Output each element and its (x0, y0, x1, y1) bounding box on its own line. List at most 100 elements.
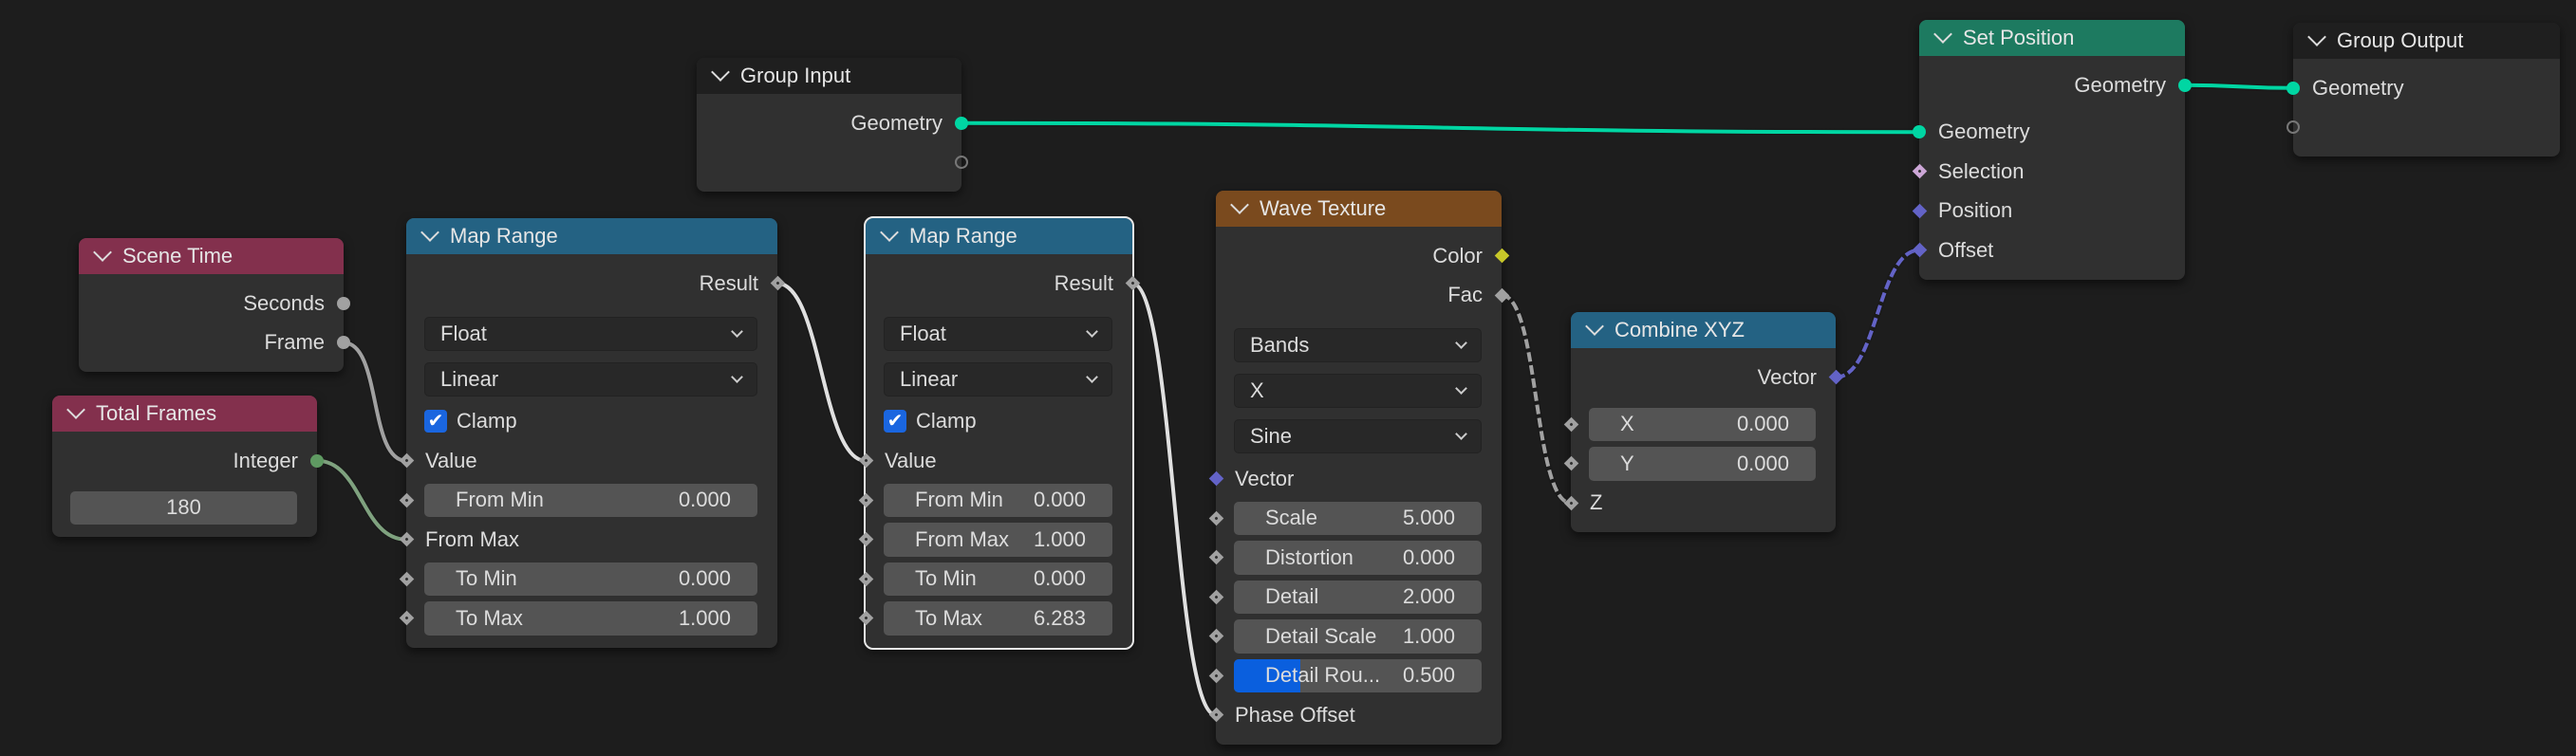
node-header[interactable]: Combine XYZ (1571, 312, 1836, 348)
node-scene-time[interactable]: Scene Time Seconds Frame (79, 238, 350, 372)
node-header[interactable]: Scene Time (79, 238, 344, 274)
clamp-checkbox[interactable]: ✔ (424, 410, 447, 433)
node-link-scene_time-1-to-map_range_1-5[interactable] (343, 341, 407, 463)
sine-dropdown[interactable]: Sine (1234, 419, 1482, 453)
float-socket-icon[interactable] (858, 452, 873, 469)
float-dropdown[interactable]: Float (884, 316, 1112, 351)
node-group-input[interactable]: Group Input Geometry (697, 58, 968, 192)
collapse-chevron-icon[interactable] (1585, 317, 1604, 336)
float-socket-icon[interactable] (399, 452, 414, 469)
node-header[interactable]: Group Input (697, 58, 961, 94)
clamp-checkbox[interactable]: ✔ (884, 410, 906, 433)
float-socket-icon[interactable] (1208, 549, 1223, 565)
node-combine-xyz[interactable]: Combine XYZ Vector X 0.000 Y 0.000 Z (1563, 312, 1843, 532)
float-socket-icon[interactable] (1125, 275, 1140, 291)
collapse-chevron-icon[interactable] (93, 243, 112, 262)
node-link-combine_xyz-0-to-set_position-5[interactable] (1835, 248, 1920, 379)
float-socket-icon[interactable] (336, 296, 351, 311)
linear-dropdown[interactable]: Linear (884, 361, 1112, 396)
node-header[interactable]: Set Position (1919, 20, 2185, 56)
float-socket-icon[interactable] (1208, 628, 1223, 644)
float-socket-icon[interactable] (1563, 416, 1578, 433)
integer-socket-icon[interactable] (309, 453, 325, 469)
float-socket-icon[interactable] (858, 610, 873, 626)
float-socket-icon[interactable] (1208, 589, 1223, 605)
boolean-socket-icon[interactable] (1912, 163, 1927, 179)
node-header[interactable]: Map Range (406, 218, 777, 254)
node-link-total_frames-0-to-map_range_1-7[interactable] (316, 458, 407, 542)
empty-socket-icon[interactable] (954, 155, 969, 170)
node-map-range-1[interactable]: Map Range Result Float Linear ✔ Clamp Value Fro… (399, 218, 785, 648)
float-socket-icon[interactable] (399, 492, 414, 508)
collapse-chevron-icon[interactable] (66, 400, 85, 419)
collapse-chevron-icon[interactable] (1933, 25, 1952, 44)
to-max-number-field[interactable]: To Max 6.283 (884, 601, 1112, 636)
from-max-number-field[interactable]: From Max 1.000 (884, 523, 1112, 557)
node-header[interactable]: Group Output (2293, 23, 2560, 59)
y-number-field[interactable]: Y 0.000 (1589, 447, 1816, 481)
collapse-chevron-icon[interactable] (880, 223, 899, 242)
node-set-position[interactable]: Set Position Geometry Geometry Selection Pos… (1912, 20, 2192, 280)
node-map-range-2[interactable]: Map Range Result Float Linear ✔ Clamp Value Fro… (858, 216, 1140, 650)
node-link-map_range_2-0-to-wave_texture-12[interactable] (1131, 281, 1217, 717)
x-dropdown[interactable]: X (1234, 374, 1482, 408)
float-socket-icon[interactable] (858, 531, 873, 547)
geometry-socket-icon[interactable] (2177, 78, 2193, 93)
node-link-map_range_1-0-to-map_range_2-5[interactable] (776, 281, 867, 463)
empty-socket-icon[interactable] (2286, 120, 2301, 135)
geometry-socket-icon[interactable] (2286, 81, 2301, 96)
distortion-number-field[interactable]: Distortion 0.000 (1234, 541, 1482, 575)
collapse-chevron-icon[interactable] (711, 63, 730, 82)
float-socket-icon[interactable] (858, 492, 873, 508)
node-header[interactable]: Total Frames (52, 396, 317, 432)
vector-socket-icon[interactable] (1828, 369, 1843, 385)
node-link-wave_texture-1-to-combine_xyz-4[interactable] (1501, 293, 1572, 506)
to-max-number-field[interactable]: To Max 1.000 (424, 601, 757, 636)
node-header[interactable]: Map Range (866, 218, 1132, 254)
socket-circle (1913, 125, 1926, 139)
node-wave-texture[interactable]: Wave Texture Color Fac Bands X Sine Vector Scal… (1208, 191, 1509, 745)
float-socket-icon[interactable] (399, 610, 414, 626)
node-link-set_position-0-to-group_output-0[interactable] (2184, 83, 2294, 90)
from-min-number-field[interactable]: From Min 0.000 (884, 483, 1112, 517)
geometry-socket-icon[interactable] (954, 116, 969, 131)
node-group-output[interactable]: Group Output Geometry (2287, 23, 2560, 157)
node-total-frames[interactable]: Total Frames Integer 180 (52, 396, 324, 537)
float-socket-icon[interactable] (858, 571, 873, 587)
float-socket-icon[interactable] (1208, 510, 1223, 526)
socket-diamond (1208, 470, 1223, 487)
float-socket-icon[interactable] (1208, 707, 1223, 723)
vector-socket-icon[interactable] (1208, 470, 1223, 487)
collapse-chevron-icon[interactable] (1230, 195, 1249, 214)
color-socket-icon[interactable] (1494, 248, 1509, 264)
from-min-number-field[interactable]: From Min 0.000 (424, 483, 757, 517)
vector-socket-icon[interactable] (1912, 242, 1927, 258)
float-socket-icon[interactable] (399, 571, 414, 587)
collapse-chevron-icon[interactable] (420, 223, 439, 242)
collapse-chevron-icon[interactable] (2307, 28, 2326, 46)
float-socket-icon[interactable] (1563, 495, 1578, 511)
bands-dropdown[interactable]: Bands (1234, 328, 1482, 362)
float-socket-icon[interactable] (336, 335, 351, 350)
linear-dropdown[interactable]: Linear (424, 361, 757, 396)
input-to-max: To Max 6.283 (858, 599, 1132, 638)
detail-rou-number-field[interactable]: Detail Rou... 0.500 (1234, 658, 1482, 692)
float-socket-icon[interactable] (399, 531, 414, 547)
vector-socket-icon[interactable] (1912, 203, 1927, 219)
node-header[interactable]: Wave Texture (1216, 191, 1502, 227)
float-socket-icon[interactable] (770, 275, 785, 291)
integer-number-field[interactable]: 180 (70, 490, 297, 525)
float-dropdown[interactable]: Float (424, 316, 757, 351)
field-label: Detail Scale (1265, 623, 1377, 648)
node-link-group_input-0-to-set_position-2[interactable] (961, 120, 1920, 135)
float-socket-icon[interactable] (1494, 287, 1509, 304)
geometry-socket-icon[interactable] (1912, 124, 1927, 139)
scale-number-field[interactable]: Scale 5.000 (1234, 501, 1482, 535)
x-number-field[interactable]: X 0.000 (1589, 407, 1816, 441)
to-min-number-field[interactable]: To Min 0.000 (424, 562, 757, 596)
detail-number-field[interactable]: Detail 2.000 (1234, 580, 1482, 614)
float-socket-icon[interactable] (1563, 455, 1578, 471)
to-min-number-field[interactable]: To Min 0.000 (884, 562, 1112, 596)
detail-scale-number-field[interactable]: Detail Scale 1.000 (1234, 619, 1482, 654)
float-socket-icon[interactable] (1208, 668, 1223, 684)
